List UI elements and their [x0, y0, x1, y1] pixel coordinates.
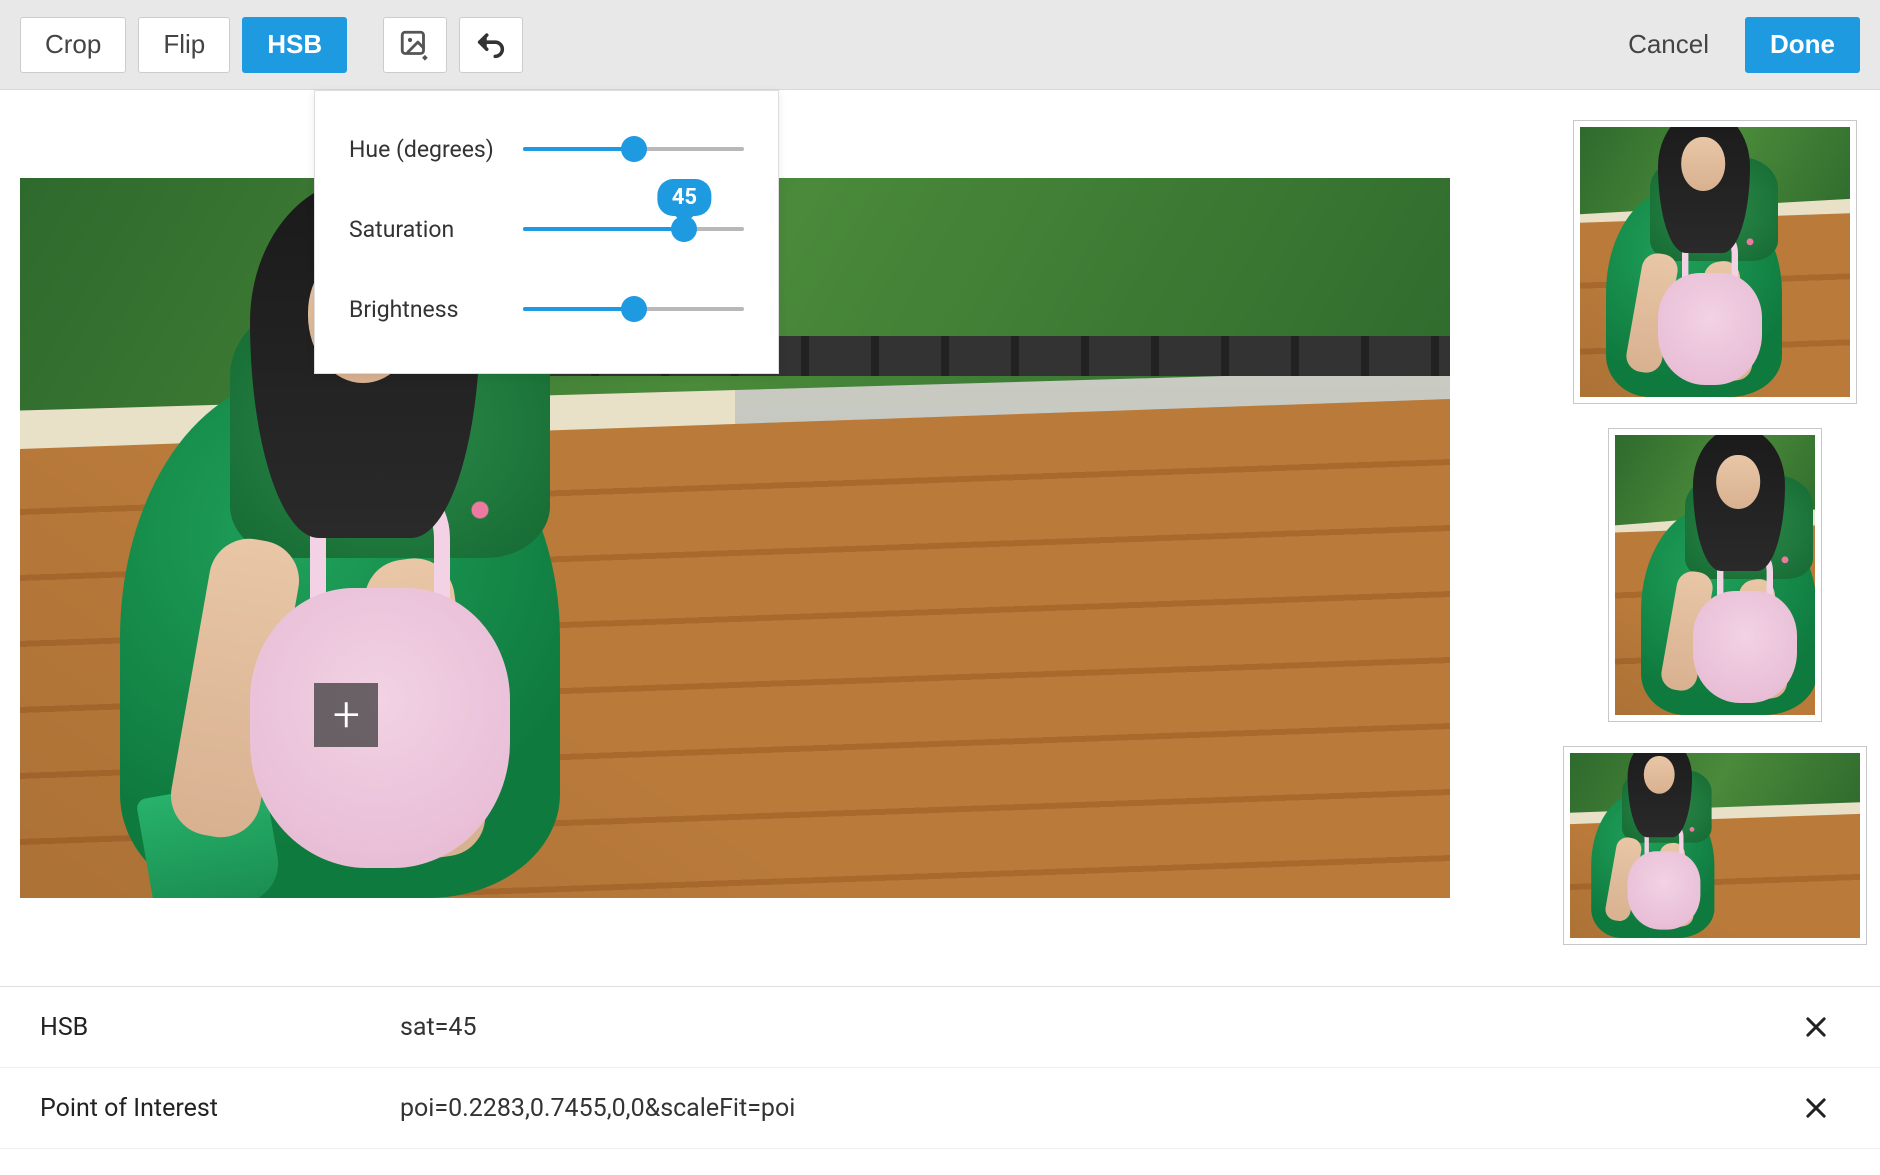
saturation-label: Saturation: [349, 216, 499, 243]
edit-name: HSB: [40, 1013, 400, 1042]
hue-slider-thumb[interactable]: [621, 136, 647, 162]
saturation-slider[interactable]: 45: [523, 227, 744, 231]
hsb-popover: Hue (degrees) Saturation 45 Brightness: [314, 90, 779, 374]
thumbnail[interactable]: [1573, 120, 1857, 404]
edit-value: sat=45: [400, 1013, 1792, 1042]
hsb-button[interactable]: HSB: [242, 17, 347, 73]
brightness-slider[interactable]: [523, 307, 744, 311]
image-edit-button[interactable]: [383, 17, 447, 73]
close-icon: [1802, 1094, 1830, 1122]
thumbnail[interactable]: [1563, 746, 1867, 945]
image-edit-icon: [398, 28, 432, 62]
applied-edits-list: HSB sat=45 Point of Interest poi=0.2283,…: [0, 986, 1880, 1149]
undo-button[interactable]: [459, 17, 523, 73]
hue-label: Hue (degrees): [349, 136, 499, 163]
close-icon: [1802, 1013, 1830, 1041]
edit-row: HSB sat=45: [0, 987, 1880, 1068]
edit-value: poi=0.2283,0.7455,0,0&scaleFit=poi: [400, 1094, 1792, 1123]
plus-icon: +: [333, 686, 360, 743]
done-button[interactable]: Done: [1745, 17, 1860, 73]
saturation-slider-row: Saturation 45: [349, 199, 744, 259]
undo-icon: [474, 28, 508, 62]
editor-main: +: [0, 90, 1880, 986]
hue-slider[interactable]: [523, 147, 744, 151]
thumbnail[interactable]: [1608, 428, 1822, 722]
hue-slider-row: Hue (degrees): [349, 119, 744, 179]
thumbnail-strip: [1550, 90, 1880, 986]
edit-row: Point of Interest poi=0.2283,0.7455,0,0&…: [0, 1068, 1880, 1149]
editor-toolbar: Crop Flip HSB Cancel Done: [0, 0, 1880, 90]
brightness-label: Brightness: [349, 296, 499, 323]
cancel-button[interactable]: Cancel: [1604, 17, 1733, 73]
remove-edit-button[interactable]: [1792, 1009, 1840, 1045]
crop-button[interactable]: Crop: [20, 17, 126, 73]
poi-marker[interactable]: +: [314, 683, 378, 747]
brightness-slider-row: Brightness: [349, 279, 744, 339]
edit-name: Point of Interest: [40, 1094, 400, 1123]
flip-button[interactable]: Flip: [138, 17, 230, 73]
brightness-slider-thumb[interactable]: [621, 296, 647, 322]
remove-edit-button[interactable]: [1792, 1090, 1840, 1126]
saturation-value-tooltip: 45: [658, 179, 711, 216]
